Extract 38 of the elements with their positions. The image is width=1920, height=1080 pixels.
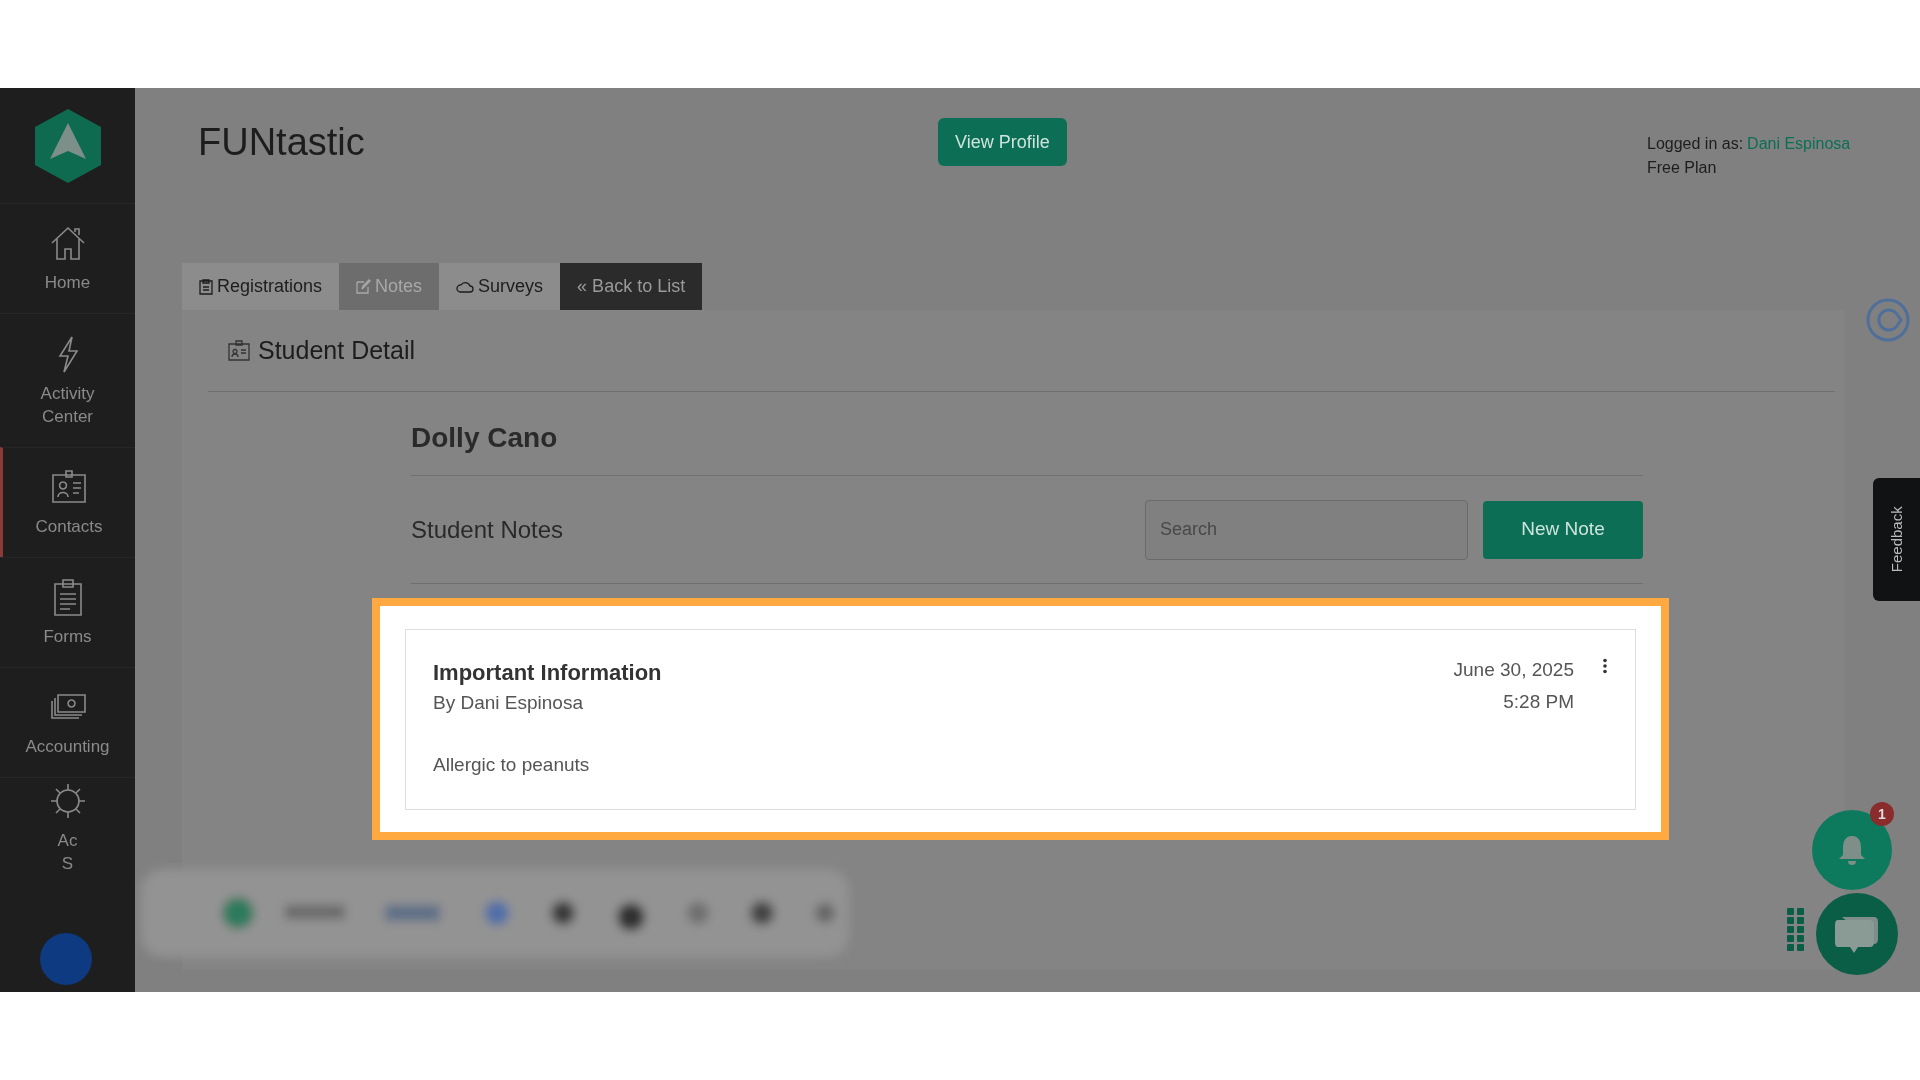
edit-icon bbox=[356, 279, 372, 294]
back-button[interactable]: « Back to List bbox=[560, 263, 703, 310]
sidebar-label: Activity bbox=[40, 382, 95, 405]
note-author: By Dani Espinosa bbox=[433, 690, 584, 715]
sidebar-label: Accounting bbox=[25, 736, 110, 758]
notification-count: 1 bbox=[1870, 802, 1894, 826]
logo-icon bbox=[32, 106, 103, 185]
sidebar-label: Center bbox=[42, 405, 93, 428]
sidebar-label: Contacts bbox=[35, 516, 103, 538]
notes-heading: Student Notes bbox=[411, 514, 564, 545]
student-name: Dolly Cano bbox=[411, 421, 558, 455]
tab[interactable]: Surveys bbox=[439, 263, 561, 310]
section-title: Student Detail bbox=[258, 334, 416, 366]
grid-dots-icon[interactable] bbox=[1787, 908, 1805, 952]
sidebar-item[interactable]: Contacts bbox=[0, 447, 135, 557]
bell-icon bbox=[1837, 834, 1867, 866]
sidebar-label: S bbox=[61, 852, 74, 875]
feedback-tab[interactable]: Feedback bbox=[1873, 478, 1920, 601]
search-field[interactable]: Search bbox=[1145, 499, 1468, 560]
id-card-icon bbox=[228, 339, 250, 362]
cloud-icon bbox=[456, 279, 475, 294]
sidebar-label: Home bbox=[44, 272, 91, 294]
sidebar-label: Forms bbox=[43, 626, 92, 648]
more-options-icon[interactable] bbox=[1602, 657, 1608, 674]
login-label: Logged in as: bbox=[1647, 134, 1744, 154]
feedback-label: Feedback bbox=[1886, 506, 1906, 573]
page-title: FUNtastic bbox=[198, 120, 366, 165]
note-title: Important Information bbox=[433, 658, 662, 687]
note-body: Allergic to peanuts bbox=[433, 753, 591, 777]
sidebar-label: Ac bbox=[57, 829, 78, 852]
tab[interactable]: Registrations bbox=[182, 263, 340, 310]
note-date: June 30, 2025 bbox=[1453, 657, 1574, 682]
clipboard-icon bbox=[199, 278, 213, 295]
plan-label: Free Plan bbox=[1647, 158, 1718, 178]
avatar[interactable] bbox=[40, 933, 92, 985]
view-profile-button[interactable]: View Profile bbox=[938, 118, 1067, 166]
new-note-button[interactable]: New Note bbox=[1483, 500, 1643, 559]
note-time: 5:28 PM bbox=[1503, 690, 1574, 714]
